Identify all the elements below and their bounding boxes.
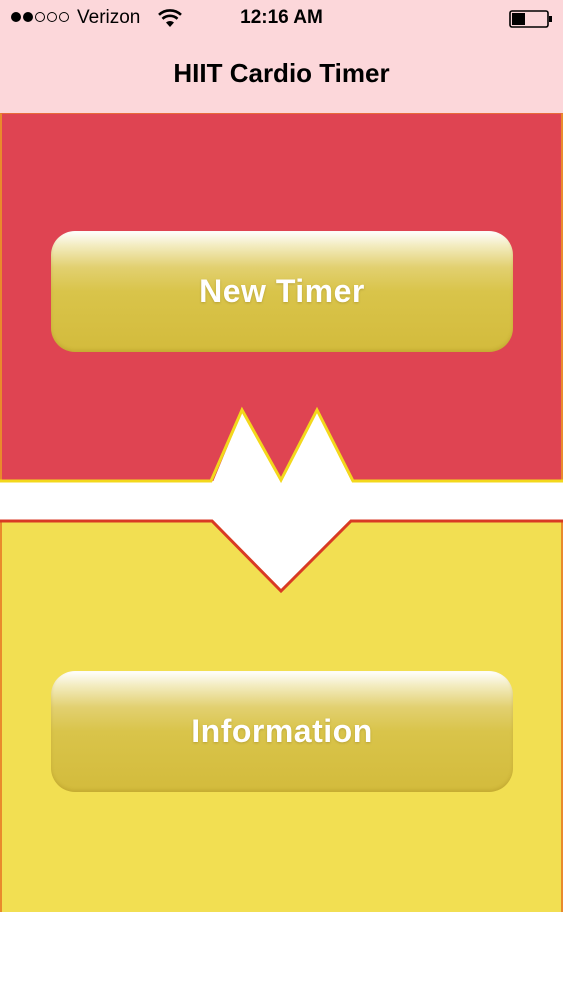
status-time: 12:16 AM: [240, 7, 323, 28]
battery-icon: [509, 10, 552, 28]
navigation-bar: Verizon 12:16 AM HIIT Cardio Timer: [0, 0, 563, 113]
app-screen: Verizon 12:16 AM HIIT Cardio Timer New T…: [0, 0, 563, 1000]
new-timer-button[interactable]: New Timer: [51, 231, 513, 352]
zigzag-arrow-divider: [0, 406, 563, 594]
information-label: Information: [191, 713, 373, 749]
page-title: HIIT Cardio Timer: [173, 58, 390, 88]
status-bar: Verizon 12:16 AM: [0, 0, 563, 38]
new-timer-label: New Timer: [199, 273, 365, 309]
information-button[interactable]: Information: [51, 671, 513, 792]
